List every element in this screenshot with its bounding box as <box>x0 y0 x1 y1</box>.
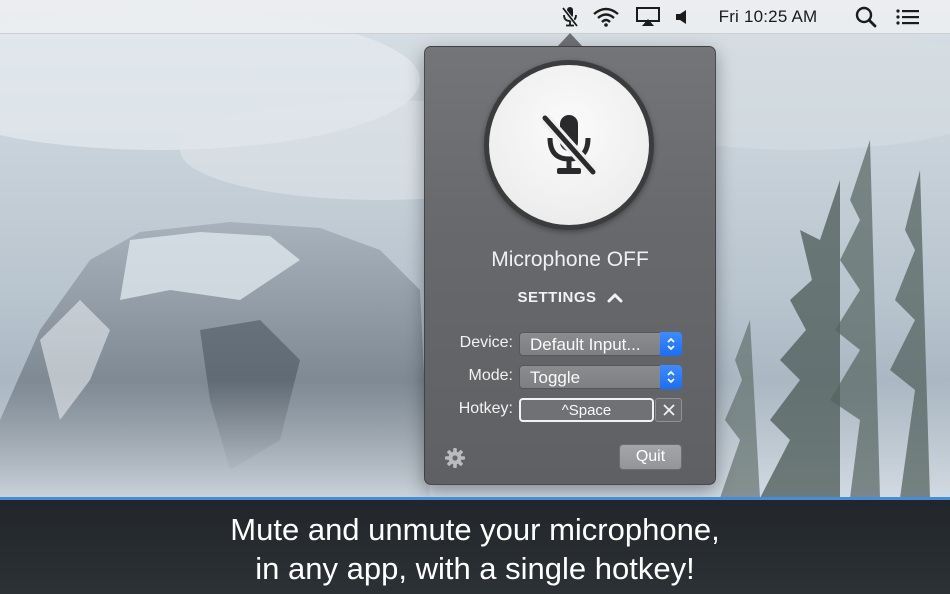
chevron-updown-icon <box>660 365 682 389</box>
airplay-icon[interactable] <box>634 0 662 33</box>
mute-toggle-face <box>489 65 649 225</box>
notification-center-icon[interactable] <box>893 0 923 33</box>
settings-toggle[interactable]: SETTINGS <box>500 285 640 309</box>
volume-icon[interactable] <box>672 0 692 33</box>
popover-arrow <box>557 33 583 47</box>
caption-line-2: in any app, with a single hotkey! <box>255 551 695 586</box>
settings-label: SETTINGS <box>517 288 597 306</box>
hotkey-field[interactable]: ^Space <box>519 398 654 422</box>
caption-banner: Mute and unmute your microphone, in any … <box>0 497 950 594</box>
wifi-icon[interactable] <box>590 0 622 33</box>
mode-value: Toggle <box>530 368 581 387</box>
device-value: Default Input... <box>530 335 641 354</box>
mode-select[interactable]: Toggle <box>519 365 682 389</box>
device-label: Device: <box>459 334 513 351</box>
hotkey-label: Hotkey: <box>458 400 513 417</box>
search-icon[interactable] <box>852 0 880 33</box>
device-select[interactable]: Default Input... <box>519 332 682 356</box>
hotkey-value: ^Space <box>561 401 612 419</box>
menubar-clock[interactable]: Fri 10:25 AM <box>710 0 826 33</box>
caption-line-1: Mute and unmute your microphone, <box>230 512 720 547</box>
microphone-status: Microphone OFF <box>491 248 649 271</box>
mode-label: Mode: <box>468 367 513 384</box>
mute-popover: Microphone OFF SETTINGS Device: Default … <box>424 46 716 485</box>
gear-icon[interactable] <box>444 447 466 469</box>
hotkey-clear-button[interactable] <box>655 398 682 422</box>
mic-muted-icon[interactable] <box>556 0 584 33</box>
chevron-updown-icon <box>660 332 682 356</box>
mute-toggle-button[interactable] <box>484 60 654 230</box>
close-icon <box>662 404 675 416</box>
menu-bar: Fri 10:25 AM <box>0 0 950 34</box>
chevron-up-icon <box>607 293 622 302</box>
mic-muted-icon <box>540 114 598 176</box>
quit-button[interactable]: Quit <box>619 444 682 470</box>
